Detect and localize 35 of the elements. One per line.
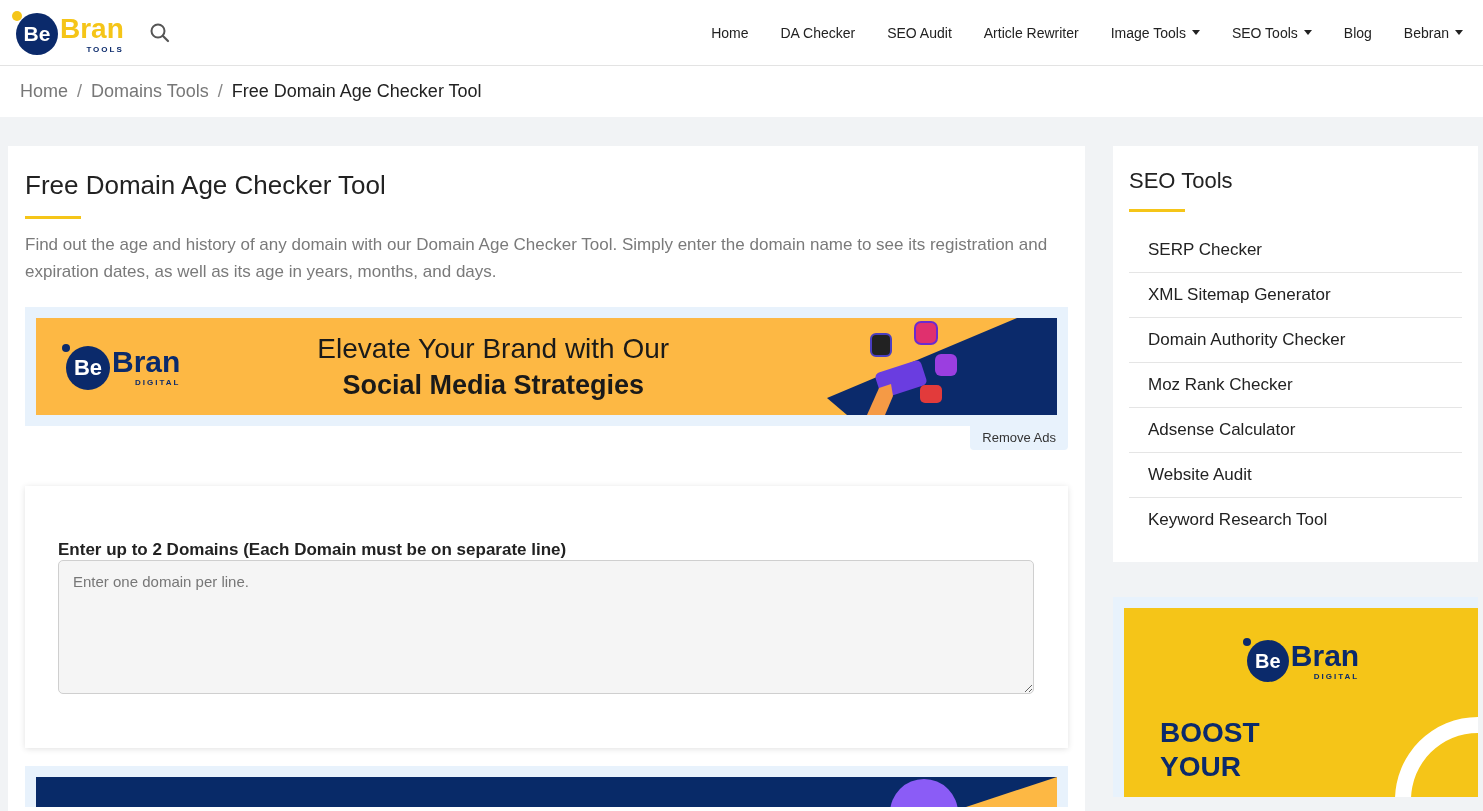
sidebar-link[interactable]: Website Audit: [1129, 453, 1462, 498]
breadcrumb-separator: /: [217, 81, 223, 102]
sidebar-link[interactable]: Domain Authority Checker: [1129, 318, 1462, 363]
nav-link[interactable]: Bebran: [1403, 24, 1463, 41]
page-description: Find out the age and history of any domain with our Domain Age Checker Tool. Simply enter the domain name to see its registration and expiration dates, as well as its age in years, months, and days.: [25, 234, 1049, 283]
breadcrumb-link[interactable]: Home: [20, 81, 68, 102]
page-title: Free Domain Age Checker Tool: [25, 170, 387, 201]
banner-headline: Social Media Strategies: [341, 368, 646, 402]
logo[interactable]: Be Bran TOOLS: [12, 10, 124, 55]
nav-link[interactable]: Article Rewriter: [983, 24, 1079, 41]
sidebar-link[interactable]: Moz Rank Checker: [1129, 363, 1462, 408]
domain-input-field[interactable]: Enter one domain per line.: [58, 560, 1034, 694]
nav-link[interactable]: Image Tools: [1110, 24, 1200, 41]
ad-banner[interactable]: Be Bran DIGITAL Elevate Your Brand with Our Social Media Strategies: [36, 318, 1057, 415]
nav-link[interactable]: Blog: [1343, 24, 1372, 41]
field-label: Enter up to 2 Domains (Each Domain must be on separate line): [58, 540, 567, 559]
search-icon[interactable]: [149, 22, 170, 43]
logo[interactable]: Be Bran DIGITAL: [1242, 638, 1360, 682]
ad-banner[interactable]: Be Bran DIGITAL BOOST YOUR: [1124, 608, 1478, 797]
sidebar-link[interactable]: Adsense Calculator: [1129, 408, 1462, 453]
nav-link[interactable]: SEO Audit: [887, 24, 952, 41]
breadcrumb-separator: /: [77, 81, 83, 102]
remove-ads-link[interactable]: Remove Ads: [970, 426, 1068, 450]
breadcrumb-link[interactable]: Domains Tools: [91, 81, 209, 102]
sidebar-link[interactable]: SERP Checker: [1129, 228, 1462, 273]
nav-link[interactable]: Home: [711, 24, 749, 41]
nav-link[interactable]: SEO Tools: [1231, 24, 1312, 41]
sidebar-link[interactable]: Keyword Research Tool: [1129, 498, 1462, 542]
nav-link[interactable]: DA Checker: [780, 24, 856, 41]
breadcrumb-current: Free Domain Age Checker Tool: [231, 81, 482, 102]
sidebar-link[interactable]: XML Sitemap Generator: [1129, 273, 1462, 318]
sidebar-title: SEO Tools: [1129, 168, 1234, 194]
banner-headline: Elevate Your Brand with Our: [317, 331, 670, 366]
logo[interactable]: Be Bran DIGITAL: [62, 343, 181, 390]
ad-headline: BOOST YOUR: [1160, 716, 1260, 784]
